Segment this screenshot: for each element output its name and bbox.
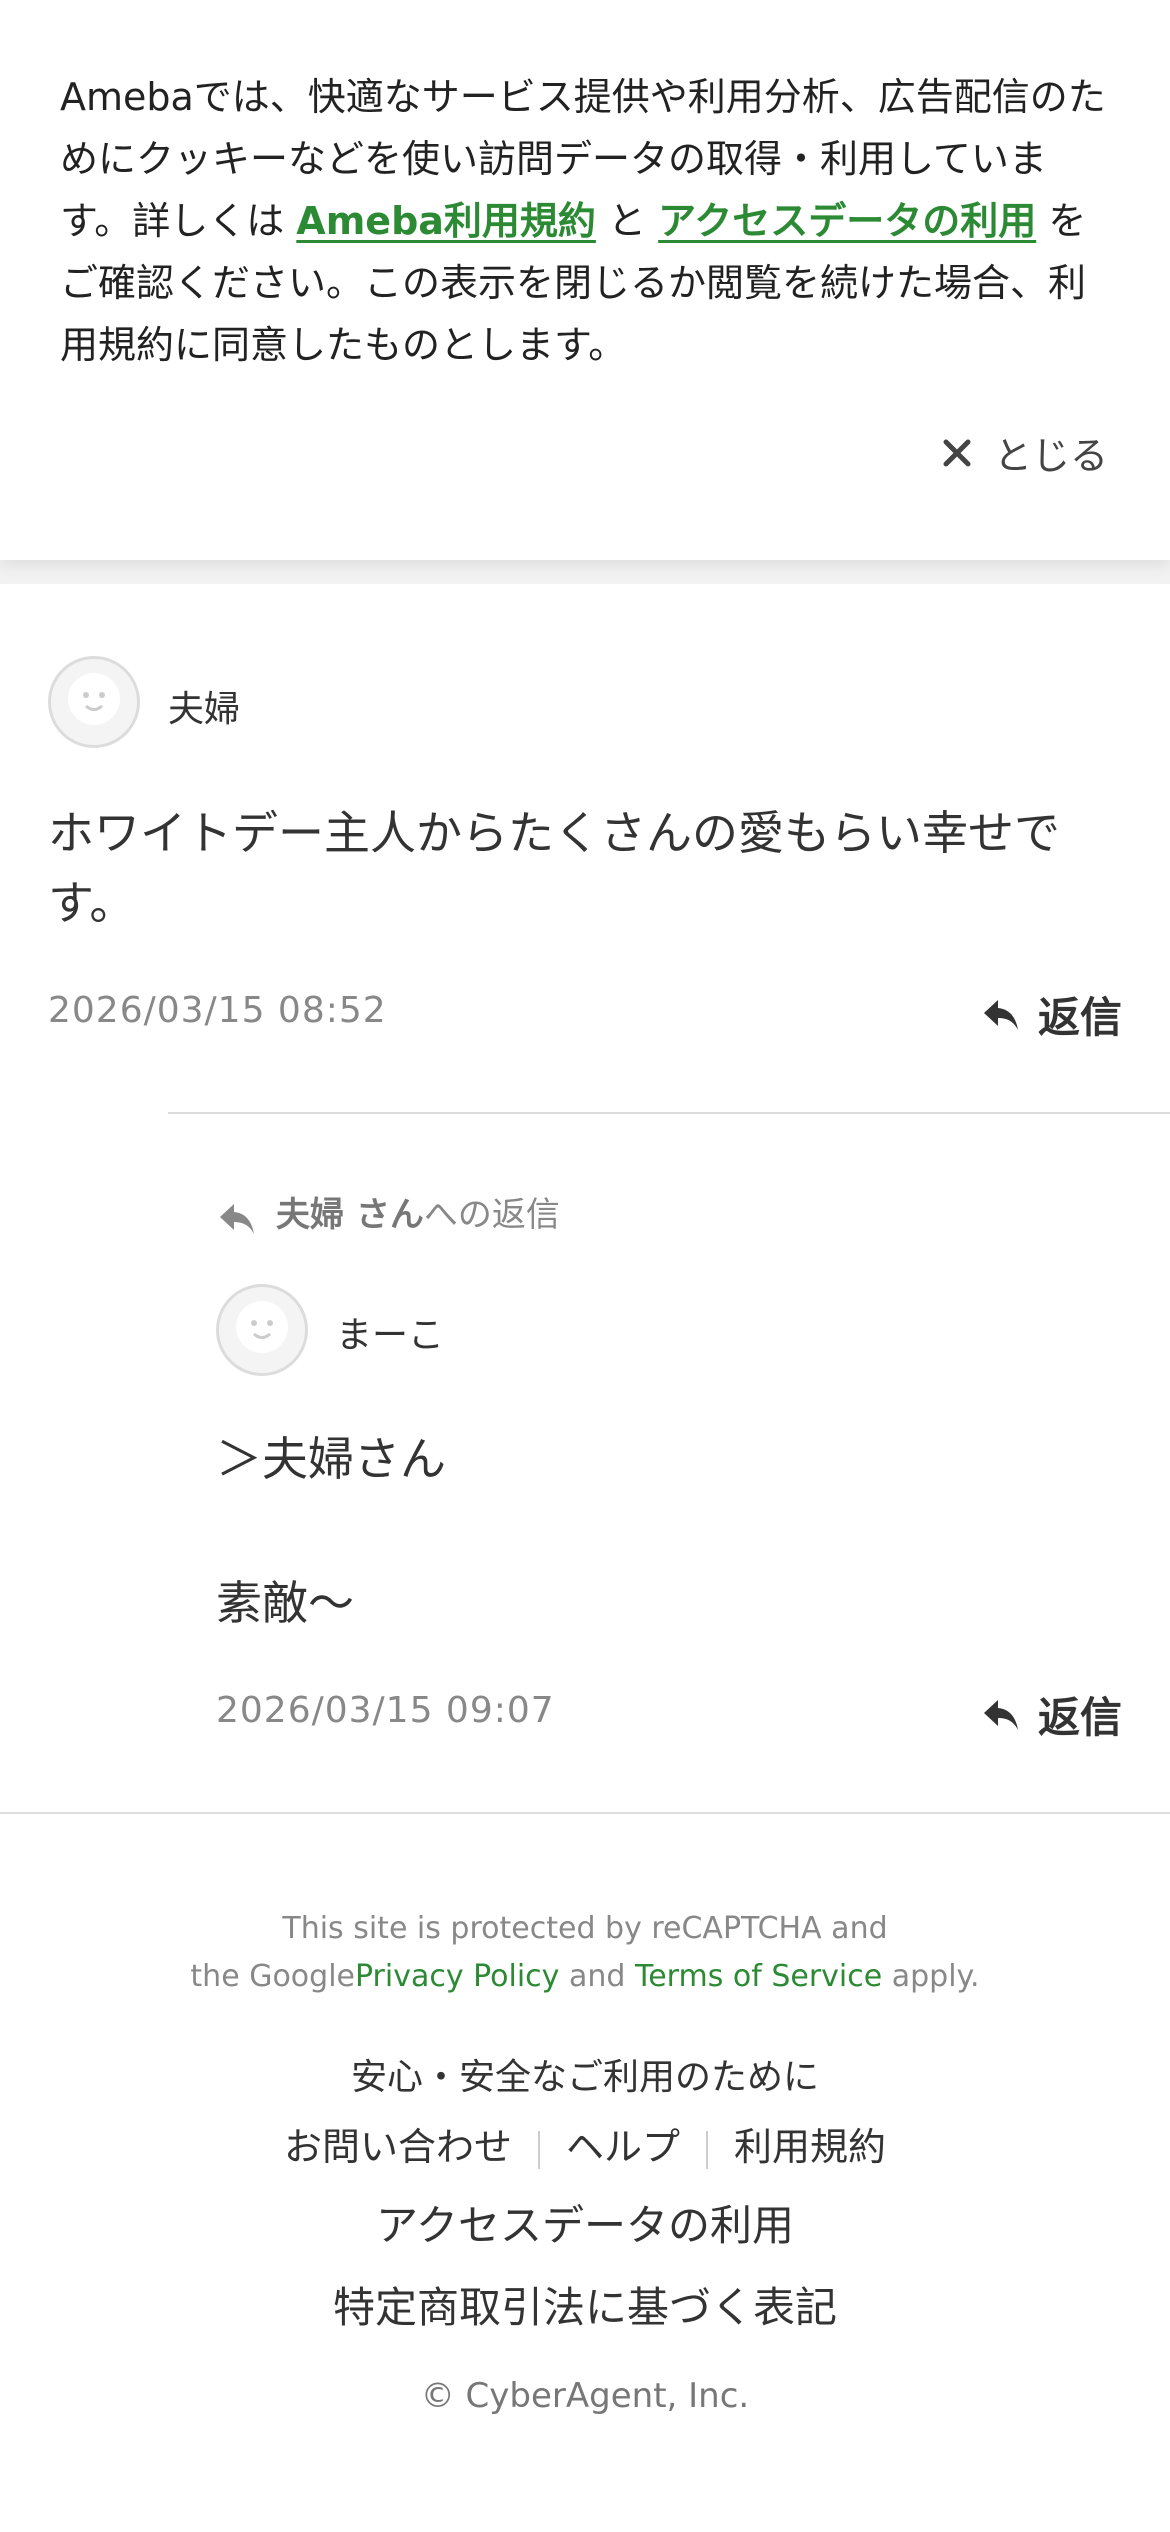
terms-of-service-link[interactable]: Terms of Service [635, 1959, 882, 1994]
recaptcha-prefix: the Google [190, 1959, 355, 1994]
reply-button[interactable]: 返信 [982, 1684, 1122, 1745]
footer-links-row: お問い合わせ ヘルプ 利用規約 [0, 2116, 1170, 2171]
footer-separator [706, 2130, 708, 2169]
privacy-policy-link[interactable]: Privacy Policy [355, 1959, 559, 1994]
avatar[interactable] [216, 1284, 308, 1376]
reply-label: 返信 [1037, 993, 1122, 1042]
default-avatar-icon [68, 673, 120, 725]
comment-body: ホワイトデー主人からたくさんの愛もらい幸せです。 [48, 806, 1060, 930]
reply-body-line-1: ＞夫婦さん [216, 1432, 446, 1486]
reply-to-name[interactable]: 夫婦 さん [276, 1187, 424, 1236]
tokushoho-link[interactable]: 特定商取引法に基づく表記 [333, 2283, 837, 2332]
section-divider [0, 1812, 1170, 1814]
banner-divider [0, 560, 1170, 584]
terms-footer-link[interactable]: 利用規約 [734, 2125, 886, 2169]
reply-button[interactable]: 返信 [982, 984, 1122, 1045]
contact-link[interactable]: お問い合わせ [284, 2125, 512, 2169]
access-data-footer-link[interactable]: アクセスデータの利用 [376, 2201, 794, 2250]
close-button[interactable]: とじる [942, 425, 1108, 480]
comment-timestamp: 2026/03/15 08:52 [48, 990, 387, 1031]
avatar[interactable] [48, 656, 140, 748]
recaptcha-apply: apply. [891, 1959, 980, 1994]
footer-safety-row: 安心・安全なご利用のために [0, 2048, 1170, 2100]
access-data-link[interactable]: アクセスデータの利用 [658, 199, 1036, 243]
terms-link[interactable]: Ameba利用規約 [296, 199, 596, 243]
safety-link[interactable]: 安心・安全なご利用のために [351, 2057, 819, 2098]
comment-author[interactable]: 夫婦 [168, 680, 240, 732]
reply-author[interactable]: まーこ [336, 1306, 444, 1358]
reply-arrow-icon [220, 1204, 254, 1234]
reply-label: 返信 [1037, 1693, 1122, 1742]
default-avatar-icon [236, 1301, 288, 1353]
cookie-message: Amebaでは、快適なサービス提供や利用分析、広告配信のためにクッキーなどを使い… [60, 66, 1110, 376]
recaptcha-notice: This site is protected by reCAPTCHA and … [0, 1905, 1170, 2001]
footer-tokushoho-row: 特定商取引法に基づく表記 [0, 2274, 1170, 2335]
reply-divider [168, 1112, 1170, 1114]
reply-to-indicator: 夫婦 さん への返信 [218, 1186, 560, 1236]
help-link[interactable]: ヘルプ [566, 2125, 680, 2169]
cookie-banner: Amebaでは、快適なサービス提供や利用分析、広告配信のためにクッキーなどを使い… [0, 0, 1170, 560]
footer-separator [537, 2130, 540, 2169]
reply-timestamp: 2026/03/15 09:07 [216, 1690, 555, 1731]
close-label: とじる [993, 434, 1108, 478]
recaptcha-and: and [568, 1959, 626, 1994]
copyright: © CyberAgent, Inc. [420, 2376, 750, 2416]
cookie-text-and: と [608, 199, 647, 243]
footer-access-row: アクセスデータの利用 [0, 2192, 1170, 2253]
recaptcha-line-2: the GooglePrivacy Policy and Terms of Se… [0, 1953, 1170, 2001]
reply-to-suffix: への返信 [423, 1194, 560, 1235]
reply-body-line-2: 素敵～ [216, 1576, 354, 1630]
close-icon [943, 439, 971, 466]
reply-icon [983, 1699, 1018, 1730]
reply-icon [983, 999, 1018, 1030]
recaptcha-line-1: This site is protected by reCAPTCHA and [282, 1911, 888, 1946]
